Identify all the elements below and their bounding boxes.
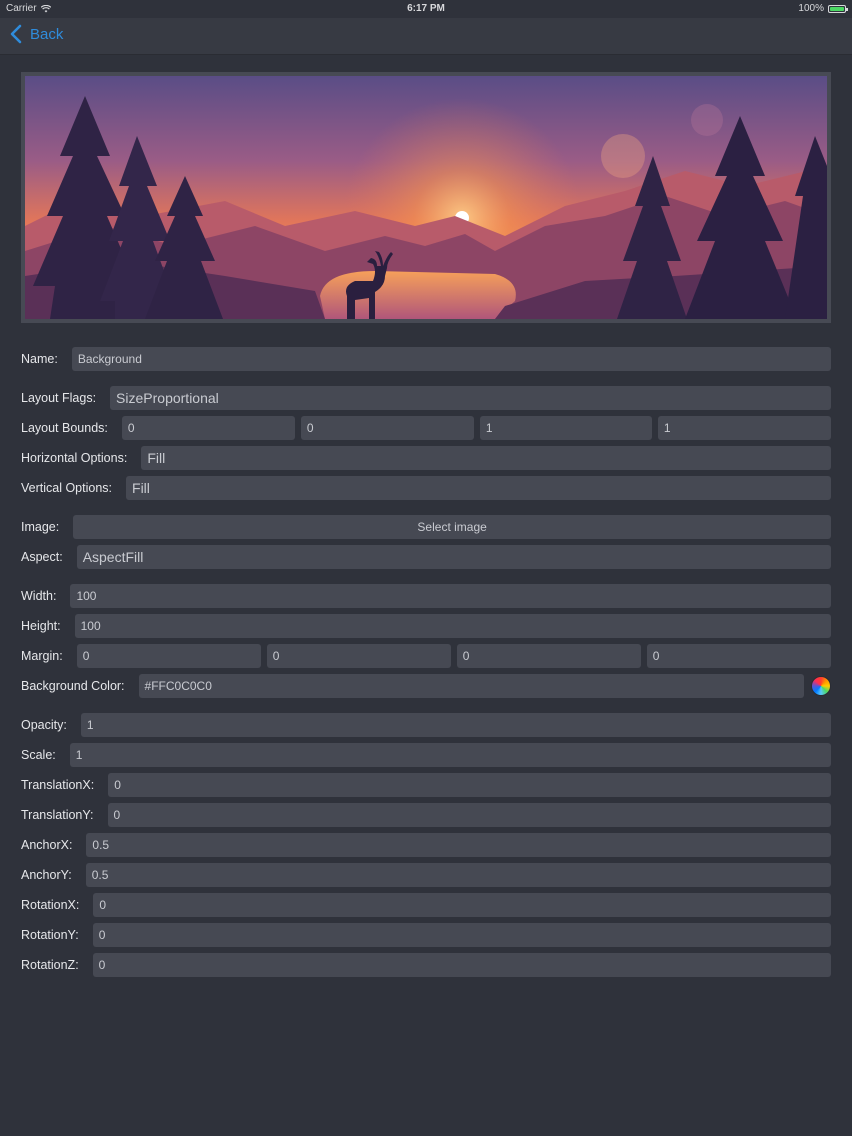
translation-y-row: TranslationY: 0 [21,803,831,827]
name-row: Name: Background [21,347,831,371]
scale-row: Scale: 1 [21,743,831,767]
background-color-label: Background Color: [21,679,125,693]
margin-row: Margin: 0 0 0 0 [21,644,831,668]
translation-y-field[interactable]: 0 [107,803,831,827]
height-row: Height: 100 [21,614,831,638]
opacity-label: Opacity: [21,718,67,732]
translation-x-field[interactable]: 0 [108,773,831,797]
battery-icon [828,4,848,13]
margin-right-field[interactable]: 0 [456,644,641,668]
battery-percent: 100% [798,3,824,14]
rotation-y-field[interactable]: 0 [92,923,831,947]
landscape-illustration [25,76,827,319]
anchor-x-row: AnchorX: 0.5 [21,833,831,857]
margin-left-field[interactable]: 0 [76,644,261,668]
background-color-row: Background Color: #FFC0C0C0 [21,674,831,698]
anchor-y-row: AnchorY: 0.5 [21,863,831,887]
rotation-x-row: RotationX: 0 [21,893,831,917]
opacity-row: Opacity: 1 [21,713,831,737]
opacity-field[interactable]: 1 [80,713,831,737]
margin-label: Margin: [21,649,63,663]
layout-flags-row: Layout Flags: SizeProportional [21,386,831,410]
anchor-x-label: AnchorX: [21,838,73,852]
clock: 6:17 PM [407,3,445,14]
vertical-options-row: Vertical Options: Fill [21,476,831,500]
translation-x-row: TranslationX: 0 [21,773,831,797]
image-label: Image: [21,520,60,534]
layout-bounds-width-field[interactable]: 1 [479,416,652,440]
aspect-field[interactable]: AspectFill [76,545,831,569]
aspect-row: Aspect: AspectFill [21,545,831,569]
image-row: Image: Select image [21,515,831,539]
scale-label: Scale: [21,748,56,762]
width-field[interactable]: 100 [70,584,831,608]
rotation-y-label: RotationY: [21,928,79,942]
anchor-x-field[interactable]: 0.5 [86,833,831,857]
select-image-button[interactable]: Select image [73,515,831,539]
rotation-x-label: RotationX: [21,898,80,912]
margin-top-field[interactable]: 0 [266,644,451,668]
vertical-options-label: Vertical Options: [21,481,113,495]
status-bar: Carrier 6:17 PM 100% [0,0,852,18]
rotation-z-row: RotationZ: 0 [21,953,831,977]
layout-bounds-height-field[interactable]: 1 [657,416,831,440]
layout-flags-label: Layout Flags: [21,391,97,405]
anchor-y-label: AnchorY: [21,868,72,882]
vertical-options-field[interactable]: Fill [126,476,831,500]
translation-x-label: TranslationX: [21,778,95,792]
rotation-z-field[interactable]: 0 [92,953,831,977]
chevron-left-icon [10,24,22,44]
width-label: Width: [21,589,57,603]
name-label: Name: [21,352,58,366]
margin-bottom-field[interactable]: 0 [646,644,831,668]
aspect-label: Aspect: [21,550,63,564]
translation-y-label: TranslationY: [21,808,94,822]
width-row: Width: 100 [21,584,831,608]
navigation-bar: Back [0,18,852,55]
color-wheel-icon[interactable] [811,676,831,696]
layout-bounds-x-field[interactable]: 0 [121,416,295,440]
horizontal-options-row: Horizontal Options: Fill [21,446,831,470]
battery-info: 100% [798,3,848,14]
layout-bounds-label: Layout Bounds: [21,421,108,435]
anchor-y-field[interactable]: 0.5 [85,863,831,887]
back-label: Back [30,25,64,43]
rotation-y-row: RotationY: 0 [21,923,831,947]
scale-field[interactable]: 1 [69,743,831,767]
rotation-x-field[interactable]: 0 [93,893,831,917]
rotation-z-label: RotationZ: [21,958,79,972]
height-field[interactable]: 100 [74,614,831,638]
background-color-field[interactable]: #FFC0C0C0 [138,674,804,698]
layout-bounds-y-field[interactable]: 0 [300,416,474,440]
background-image-preview [21,72,831,323]
layout-flags-field[interactable]: SizeProportional [110,386,831,410]
height-label: Height: [21,619,61,633]
layout-bounds-row: Layout Bounds: 0 0 1 1 [21,416,831,440]
back-button[interactable]: Back [10,24,63,44]
horizontal-options-field[interactable]: Fill [141,446,831,470]
horizontal-options-label: Horizontal Options: [21,451,128,465]
name-field[interactable]: Background [71,347,831,371]
